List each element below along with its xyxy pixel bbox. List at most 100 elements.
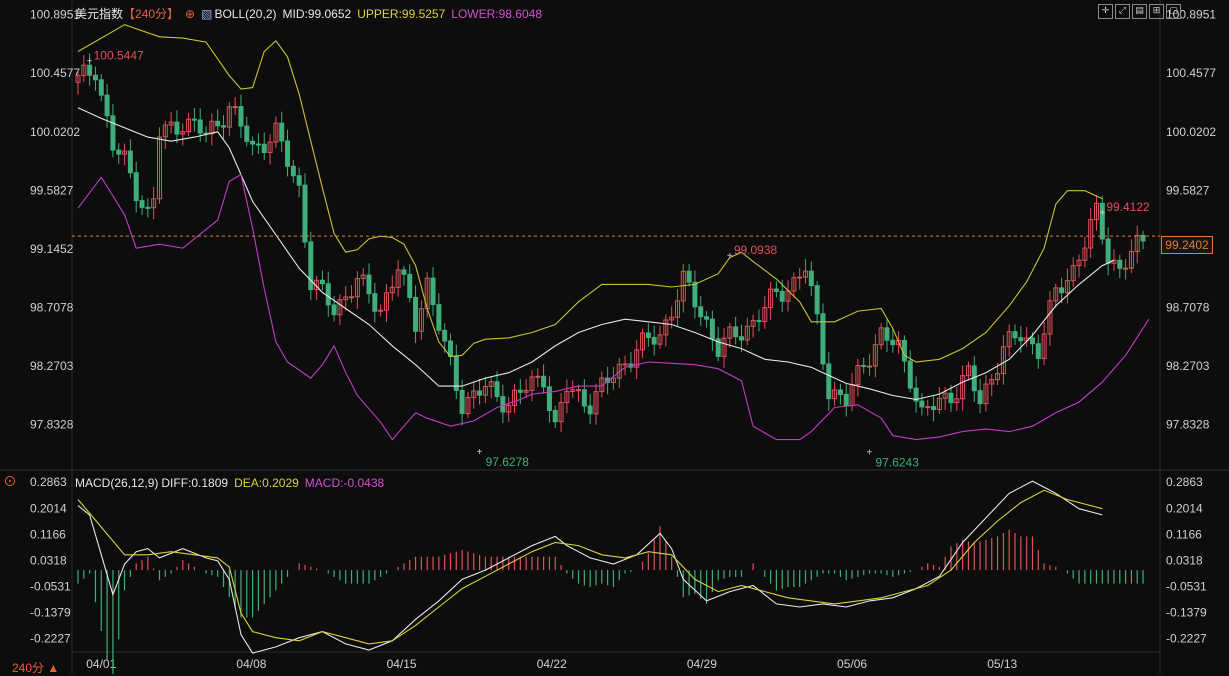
- macd-tick-left: 0.0318: [30, 553, 67, 567]
- candle-body: [1029, 337, 1035, 345]
- layout-icon[interactable]: ▤: [1132, 4, 1147, 19]
- candle-body: [581, 389, 587, 407]
- candle-body: [279, 122, 285, 142]
- candle-body: [1018, 337, 1024, 342]
- candle-body: [413, 296, 419, 332]
- boll-upper-line: [77, 24, 1103, 363]
- candle-body: [738, 336, 744, 341]
- candle-body: [255, 143, 261, 146]
- price-marker-label: 97.6243: [876, 455, 920, 469]
- candle-body: [1105, 238, 1111, 264]
- price-tick-left: 97.8328: [30, 418, 74, 432]
- candle-body: [366, 274, 372, 295]
- macd-name: MACD(26,12,9): [75, 476, 159, 490]
- macd-tick-right: -0.0531: [1166, 579, 1207, 593]
- macd-tick-left: 0.1166: [30, 527, 66, 541]
- candle-body: [890, 339, 896, 346]
- candle-body: [104, 94, 110, 117]
- zoom-icon[interactable]: ⊞: [1149, 4, 1164, 19]
- marker-cross: +: [87, 57, 93, 68]
- boll-upper: UPPER:99.5257: [357, 7, 446, 21]
- candle-body: [401, 269, 407, 275]
- candle-body: [319, 279, 325, 285]
- candle-body: [709, 318, 715, 340]
- expand-icon[interactable]: ⤢: [1115, 4, 1130, 19]
- price-marker-label: 99.0938: [734, 243, 778, 257]
- candle-body: [407, 273, 413, 298]
- candle-body: [698, 306, 704, 318]
- price-tick-left: 99.5827: [30, 183, 74, 197]
- time-tick: 04/29: [687, 657, 717, 671]
- time-tick: 04/22: [537, 657, 567, 671]
- price-tick-left: 100.4577: [30, 66, 80, 80]
- marker-cross: +: [867, 447, 873, 458]
- candle-body: [837, 389, 843, 395]
- candle-body: [1035, 343, 1041, 359]
- macd-tick-left: -0.1379: [30, 605, 71, 619]
- chart-toolbar: ✛ ⤢ ▤ ⊞ ▢: [1098, 4, 1181, 19]
- marker-cross: +: [1099, 208, 1105, 219]
- candle-body: [197, 119, 203, 134]
- macd-tick-right: 0.2863: [1166, 475, 1203, 489]
- macd-tick-left: -0.2227: [30, 632, 71, 646]
- candle-body: [331, 304, 337, 316]
- macd-legend: MACD(26,12,9) DIFF:0.1809 DEA:0.2029 MACD:-…: [75, 476, 390, 490]
- price-tick-left: 100.0202: [30, 125, 80, 139]
- add-indicator-icon[interactable]: ⊕: [185, 7, 195, 21]
- candle-body: [948, 392, 954, 404]
- candle-body: [779, 290, 785, 302]
- macd-tick-right: 0.1166: [1166, 527, 1202, 541]
- candle-body: [145, 206, 151, 209]
- candle-body: [430, 277, 436, 306]
- window-icon[interactable]: ▢: [1166, 4, 1181, 19]
- macd-diff-line: [77, 480, 1103, 654]
- candle-body: [884, 327, 890, 341]
- price-marker-label: 100.5447: [94, 49, 144, 63]
- candle-body: [110, 115, 116, 151]
- candle-body: [645, 332, 651, 338]
- macd-tick-left: -0.0531: [30, 579, 71, 593]
- candle-body: [133, 172, 139, 202]
- candle-body: [808, 270, 814, 287]
- candle-body: [686, 270, 692, 283]
- candle-body: [442, 329, 448, 342]
- candle-body: [977, 390, 983, 405]
- candle-body: [116, 149, 122, 155]
- candle-body: [843, 393, 849, 406]
- crosshair-icon[interactable]: ✛: [1098, 4, 1113, 19]
- candle-body: [232, 106, 238, 109]
- settings-dot-icon[interactable]: [5, 476, 15, 486]
- candle-body: [925, 406, 931, 409]
- candle-body: [622, 363, 628, 366]
- candle-body: [325, 283, 331, 306]
- boll-mid-line: [77, 107, 1115, 401]
- period-selector[interactable]: 240分 ▲: [12, 659, 59, 676]
- indicator-icon: ▧: [201, 7, 213, 21]
- time-tick: 04/01: [86, 657, 116, 671]
- candle-body: [535, 375, 541, 378]
- candle-body: [692, 281, 698, 308]
- price-tick-right: 100.0202: [1166, 125, 1216, 139]
- candle-body: [191, 118, 197, 121]
- time-tick: 05/06: [837, 657, 867, 671]
- candle-body: [1012, 331, 1018, 339]
- candle-body: [576, 389, 582, 392]
- boll-lower: LOWER:98.6048: [451, 7, 542, 21]
- candle-body: [238, 106, 244, 127]
- period-label[interactable]: 【240分】: [123, 7, 179, 21]
- marker-cross: +: [727, 251, 733, 262]
- candle-body: [127, 150, 133, 174]
- candle-body: [477, 390, 483, 396]
- marker-cross: +: [477, 447, 483, 458]
- candle-body: [587, 405, 593, 415]
- macd-tick-right: 0.2014: [1166, 501, 1203, 515]
- candle-body: [494, 381, 500, 398]
- candle-body: [215, 120, 221, 127]
- chart-canvas[interactable]: 100.8951 100.8951100.4577 100.4577100.0202…: [0, 0, 1229, 674]
- candles: [75, 53, 1146, 433]
- price-tick-right: 97.8328: [1166, 418, 1210, 432]
- candle-body: [901, 339, 907, 362]
- candle-body: [651, 336, 657, 345]
- candle-body: [174, 121, 180, 135]
- candle-body: [704, 316, 710, 320]
